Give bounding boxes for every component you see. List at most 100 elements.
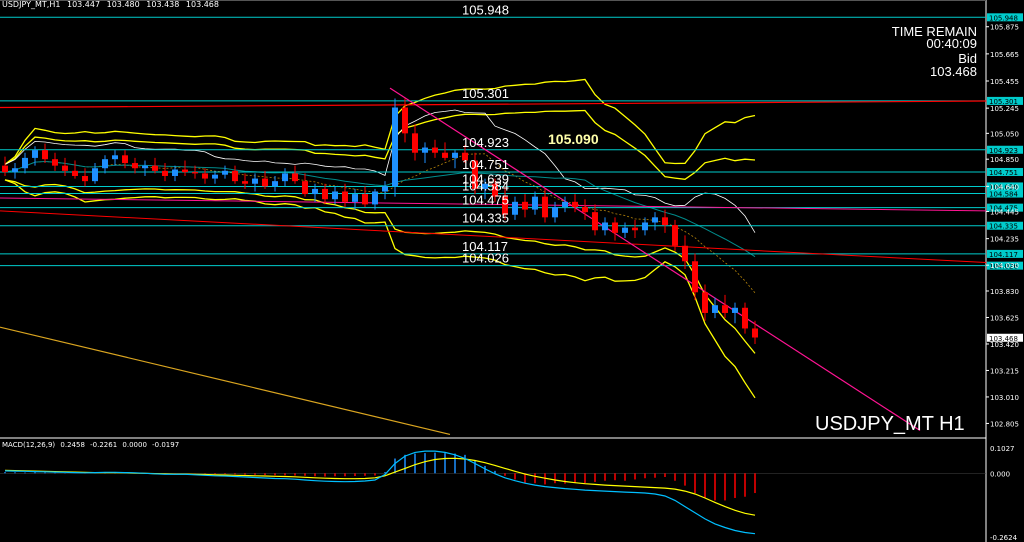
- candle-body: [332, 191, 338, 200]
- candle-body: [132, 163, 138, 169]
- candle-body: [682, 245, 688, 262]
- candle-body: [242, 181, 248, 184]
- ohlc-high: 103.480: [106, 0, 140, 9]
- candle-body: [62, 165, 68, 171]
- candle-body: [532, 196, 538, 210]
- candle-body: [662, 217, 668, 226]
- ohlc-low: 103.438: [146, 0, 180, 9]
- macd-name: MACD(12,26,9): [2, 441, 56, 449]
- price-tick-label: 105.875: [990, 24, 1019, 32]
- macd-value-3: 0.0000: [122, 441, 147, 449]
- candle-body: [602, 222, 608, 231]
- candle-body: [112, 155, 118, 160]
- candle-body: [122, 155, 128, 164]
- level-chart-label: 104.475: [462, 193, 509, 208]
- candle-body: [412, 133, 418, 153]
- highlight-price-label: 105.090: [548, 131, 599, 147]
- candle-body: [732, 307, 738, 313]
- candle-body: [12, 168, 18, 173]
- candle-body: [212, 174, 218, 179]
- candle-body: [272, 181, 278, 187]
- ohlc-open: 103.447: [66, 0, 101, 9]
- candle-body: [432, 147, 438, 153]
- candle-body: [542, 196, 548, 218]
- price-tick-label: 104.030: [990, 262, 1019, 270]
- price-chart[interactable]: 105.948105.301104.923104.751104.639104.5…: [0, 0, 1024, 542]
- candle-body: [692, 261, 698, 293]
- candle-body: [402, 107, 408, 134]
- candle-body: [652, 217, 658, 223]
- candle-body: [712, 305, 718, 313]
- ohlc-close: 103.468: [185, 0, 219, 9]
- candle-body: [102, 159, 108, 169]
- candle-body: [522, 201, 528, 210]
- candle-body: [32, 150, 38, 158]
- price-tick-label: 103.625: [990, 314, 1019, 322]
- candle-body: [622, 227, 628, 233]
- candle-body: [632, 227, 638, 231]
- candle-body: [252, 178, 258, 184]
- macd-value-1: 0.2458: [60, 441, 85, 449]
- candle-body: [22, 157, 28, 169]
- candle-body: [312, 188, 318, 195]
- candle-body: [752, 328, 758, 338]
- level-tag-label: 104.335: [989, 223, 1018, 231]
- price-tick-label: 102.805: [990, 420, 1019, 428]
- level-chart-label: 105.948: [462, 2, 509, 17]
- candle-body: [182, 169, 188, 173]
- macd-header: MACD(12,26,9) 0.2458 -0.2261 0.0000 -0.0…: [2, 441, 182, 449]
- candle-body: [562, 201, 568, 207]
- candle-body: [362, 194, 368, 205]
- candle-body: [552, 206, 558, 218]
- candle-body: [702, 292, 708, 313]
- candle-body: [82, 175, 88, 182]
- price-tick-label: 103.010: [990, 394, 1019, 402]
- candle-body: [452, 152, 458, 158]
- candle-body: [392, 107, 398, 187]
- candle-body: [172, 169, 178, 176]
- macd-tick-label: 0.000: [990, 470, 1010, 478]
- candle-body: [162, 170, 168, 176]
- candle-body: [152, 165, 158, 171]
- candle-body: [382, 186, 388, 192]
- symbol-watermark: USDJPY_MT H1: [815, 413, 965, 435]
- level-chart-label: 104.026: [462, 251, 509, 266]
- candle-body: [192, 172, 198, 174]
- price-tick-label: 104.235: [990, 236, 1019, 244]
- candle-body: [722, 305, 728, 313]
- price-tick-label: 104.640: [990, 183, 1019, 191]
- candle-body: [92, 168, 98, 182]
- candle-body: [642, 222, 648, 231]
- candle-body: [72, 170, 78, 176]
- macd-tick-label: 0.1027: [990, 445, 1015, 453]
- candle-body: [42, 150, 48, 160]
- candle-body: [672, 225, 678, 246]
- price-tick-label: 105.245: [990, 105, 1019, 113]
- candle-body: [282, 173, 288, 182]
- level-tag-label: 104.923: [989, 147, 1018, 155]
- candle-body: [342, 191, 348, 202]
- candle-body: [52, 159, 58, 166]
- candle-body: [302, 181, 308, 195]
- level-chart-label: 104.584: [462, 179, 509, 194]
- price-tick-label: 103.830: [990, 288, 1019, 296]
- price-tick-label: 105.665: [990, 51, 1019, 59]
- candle-body: [512, 201, 518, 215]
- candle-body: [742, 307, 748, 329]
- candle-body: [612, 222, 618, 233]
- price-tick-label: 105.455: [990, 78, 1019, 86]
- candle-body: [142, 165, 148, 169]
- macd-value-4: -0.0197: [152, 441, 180, 449]
- candle-body: [232, 170, 238, 182]
- level-chart-label: 104.923: [462, 135, 509, 150]
- level-chart-label: 104.751: [462, 157, 509, 172]
- candle-body: [582, 206, 588, 213]
- level-tag-label: 104.117: [989, 251, 1018, 259]
- price-tick-label: 103.420: [990, 341, 1019, 349]
- level-tag-label: 104.751: [989, 169, 1018, 177]
- candle-body: [442, 152, 448, 158]
- candle-body: [202, 173, 208, 179]
- macd-tick-label: -0.2624: [990, 534, 1018, 542]
- level-tag-label: 104.584: [989, 191, 1018, 199]
- candle-body: [262, 178, 268, 187]
